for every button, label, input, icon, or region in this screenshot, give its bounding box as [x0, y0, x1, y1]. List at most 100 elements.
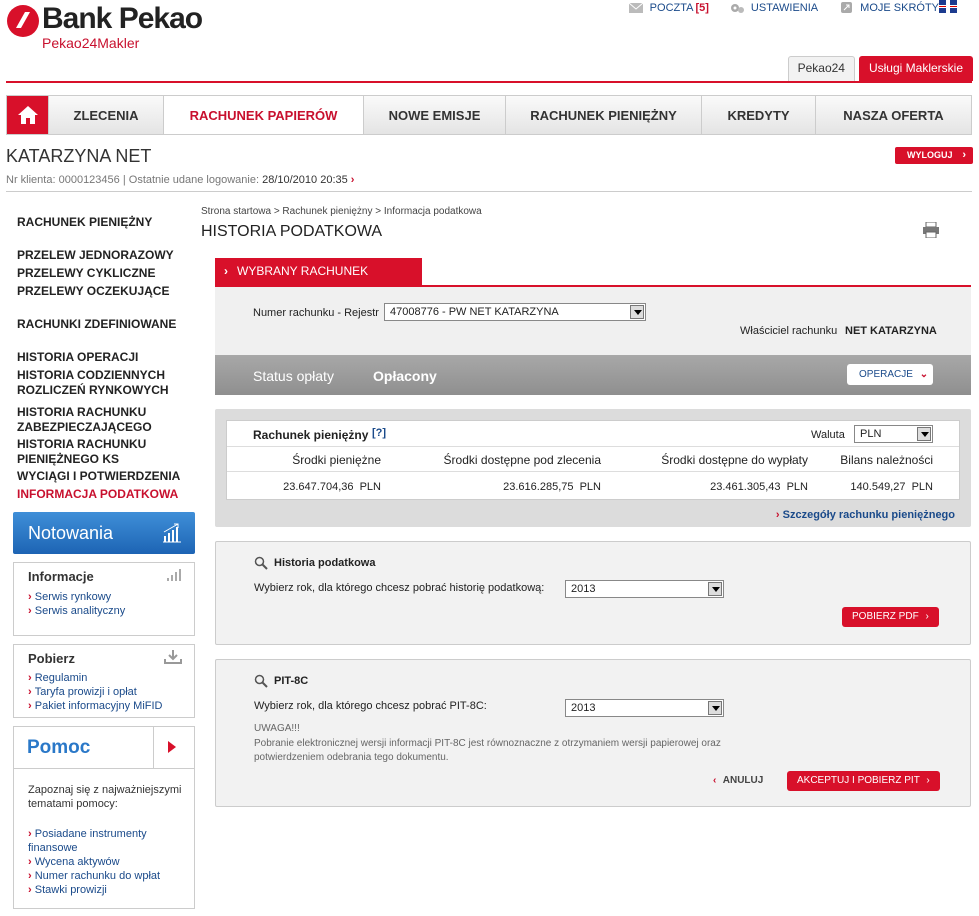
bank-logo[interactable]: Bank Pekao Pekao24Makler: [6, 2, 206, 52]
chevron-down-icon: ⌄: [919, 369, 929, 380]
cash-details-link[interactable]: › Szczegóły rachunku pieniężnego: [776, 509, 955, 521]
logout-label: WYLOGUJ: [907, 150, 953, 160]
uk-flag-icon[interactable]: [939, 0, 957, 13]
info-box: Informacje Serwis rynkowy Serwis anality…: [13, 562, 195, 636]
operations-button[interactable]: OPERACJE ⌄: [847, 364, 933, 385]
main-nav: ZLECENIA RACHUNEK PAPIERÓW NOWE EMISJE R…: [6, 95, 972, 135]
bank-logo-icon: [7, 5, 39, 37]
chevron-down-icon: [630, 305, 644, 319]
pit-title: PIT-8C: [274, 675, 309, 687]
link-analytic-service[interactable]: Serwis analityczny: [28, 604, 125, 618]
cash-account-table: Rachunek pieniężny [?] Waluta PLN Środki…: [226, 420, 960, 500]
breadcrumb: Strona startowa > Rachunek pieniężny > I…: [201, 206, 482, 217]
sidebar-item-recurring-transfers[interactable]: PRZELEWY CYKLICZNE: [17, 266, 155, 281]
sidebar-item-statements[interactable]: WYCIĄGI I POTWIERDZENIA: [17, 469, 180, 484]
cash-account-panel: Rachunek pieniężny [?] Waluta PLN Środki…: [215, 409, 971, 527]
currency-select[interactable]: PLN: [854, 425, 933, 443]
brand-sub: Pekao24Makler: [42, 35, 140, 51]
nav-securities-account[interactable]: RACHUNEK PAPIERÓW: [163, 96, 363, 134]
tab-pekao24[interactable]: Pekao24: [787, 56, 855, 81]
help-link-commission[interactable]: Stawki prowizji: [28, 883, 107, 897]
help-header[interactable]: Pomoc: [14, 727, 194, 769]
sidebar-item-tax-info[interactable]: INFORMACJA PODATKOWA: [17, 487, 178, 502]
status-label: Status opłaty: [253, 368, 334, 384]
chevron-left-icon: ‹: [713, 775, 717, 786]
currency-label: Waluta: [811, 429, 845, 441]
shortcuts-link[interactable]: MOJE SKRÓTY: [838, 0, 939, 16]
payment-status-bar: Status opłaty Opłacony OPERACJE ⌄: [215, 355, 971, 395]
magnifier-icon: [254, 674, 268, 688]
cancel-button[interactable]: ‹ ANULUJ: [713, 775, 763, 786]
help-box: Pomoc Zapoznaj się z najważniejszymi tem…: [13, 726, 195, 909]
chevron-down-icon: [708, 582, 722, 596]
tax-history-panel: Historia podatkowa Wybierz rok, dla któr…: [215, 541, 971, 645]
tax-history-prompt: Wybierz rok, dla którego chcesz pobrać h…: [254, 582, 545, 594]
mail-link[interactable]: POCZTA [5]: [628, 0, 709, 16]
printer-icon[interactable]: [922, 222, 940, 238]
tab-brokerage[interactable]: Usługi Maklerskie: [858, 56, 973, 81]
nav-orders[interactable]: ZLECENIA: [48, 96, 163, 134]
tax-history-title: Historia podatkowa: [274, 557, 376, 569]
nav-new-issues[interactable]: NOWE EMISJE: [363, 96, 505, 134]
sidebar-item-cash-account[interactable]: RACHUNEK PIENIĘŻNY: [17, 215, 152, 230]
nav-credits[interactable]: KREDYTY: [701, 96, 815, 134]
tax-year-select[interactable]: 2013: [565, 580, 724, 598]
chevron-right-icon: ›: [775, 509, 780, 521]
pit-warning-title: UWAGA!!!: [254, 723, 300, 734]
accept-download-pit-button[interactable]: AKCEPTUJ I POBIERZ PIT ›: [787, 771, 940, 791]
pit-year-value: 2013: [571, 702, 596, 714]
chevron-right-icon: ›: [926, 775, 930, 786]
sidebar-item-daily-settlements[interactable]: HISTORIA CODZIENNYCH ROZLICZEŃ RYNKOWYCH: [17, 368, 192, 398]
chart-up-icon: [163, 523, 181, 543]
pit-warning-line2: potwierdzeniem odebrania tego dokumentu.: [254, 752, 449, 763]
sidebar-item-collateral-history[interactable]: HISTORIA RACHUNKU ZABEZPIECZAJĄCEGO: [17, 405, 177, 435]
link-market-service[interactable]: Serwis rynkowy: [28, 590, 111, 604]
nav-offer[interactable]: NASZA OFERTA: [815, 96, 971, 134]
quotes-label: Notowania: [28, 523, 114, 543]
selected-account-panel: Numer rachunku - Rejestr 47008776 - PW N…: [215, 287, 971, 355]
status-value: Opłacony: [373, 368, 437, 384]
download-pdf-label: POBIERZ PDF: [852, 611, 919, 622]
col-available-orders: Środki dostępne pod zlecenia: [443, 453, 601, 467]
cell-available-orders: 23.616.285,75 PLN: [503, 481, 601, 493]
download-pdf-button[interactable]: POBIERZ PDF ›: [842, 607, 939, 627]
col-available-withdraw: Środki dostępne do wypłaty: [661, 453, 808, 467]
client-label: Nr klienta:: [6, 174, 56, 186]
chevron-right-icon[interactable]: ›: [351, 174, 355, 186]
shortcut-icon: [841, 2, 853, 13]
envelope-icon: [628, 2, 643, 13]
last-login-value: 28/10/2010 20:35: [262, 174, 348, 186]
sidebar-item-defined-accounts[interactable]: RACHUNKI ZDEFINIOWANE: [17, 317, 176, 332]
link-regulations[interactable]: Regulamin: [28, 671, 88, 685]
nav-cash-account[interactable]: RACHUNEK PIENIĘŻNY: [505, 96, 701, 134]
sidebar-item-operations-history[interactable]: HISTORIA OPERACJI: [17, 350, 138, 365]
download-box: Pobierz Regulamin Taryfa prowizji i opła…: [13, 644, 195, 718]
home-button[interactable]: [7, 96, 48, 134]
link-fees[interactable]: Taryfa prowizji i opłat: [28, 685, 137, 699]
help-link-valuation[interactable]: Wycena aktywów: [28, 855, 120, 869]
pit-year-select[interactable]: 2013: [565, 699, 724, 717]
download-icon: [164, 650, 182, 664]
cell-available-withdraw: 23.461.305,43 PLN: [710, 481, 808, 493]
context-tabs: Pekao24 Usługi Maklerskie: [787, 56, 973, 81]
arrow-right-icon: [168, 741, 176, 753]
help-title: Pomoc: [27, 737, 91, 758]
sidebar-item-pending-transfers[interactable]: PRZELEWY OCZEKUJĄCE: [17, 284, 169, 299]
chevron-down-icon: [917, 427, 931, 441]
cash-details-label: Szczegóły rachunku pieniężnego: [782, 509, 955, 521]
info-title: Informacje: [28, 569, 94, 584]
link-mifid[interactable]: Pakiet informacyjny MiFID: [28, 699, 163, 713]
cash-help-link[interactable]: [?]: [372, 427, 386, 439]
logout-button[interactable]: WYLOGUJ ›: [895, 147, 973, 164]
chevron-right-icon: ›: [962, 149, 966, 161]
sidebar-item-ks-history[interactable]: HISTORIA RACHUNKU PIENIĘŻNEGO KS: [17, 437, 162, 467]
help-link-instruments[interactable]: Posiadane instrumenty finansowe: [28, 827, 158, 855]
gear-icon: [730, 4, 744, 13]
account-select[interactable]: 47008776 - PW NET KATARZYNA: [384, 303, 646, 321]
pit-prompt: Wybierz rok, dla którego chcesz pobrać P…: [254, 700, 487, 712]
settings-link[interactable]: USTAWIENIA: [729, 0, 818, 16]
sidebar-item-single-transfer[interactable]: PRZELEW JEDNORAZOWY: [17, 248, 174, 263]
help-link-deposit-number[interactable]: Numer rachunku do wpłat: [28, 869, 160, 883]
quotes-banner[interactable]: Notowania: [13, 512, 195, 554]
operations-label: OPERACJE: [859, 369, 913, 380]
